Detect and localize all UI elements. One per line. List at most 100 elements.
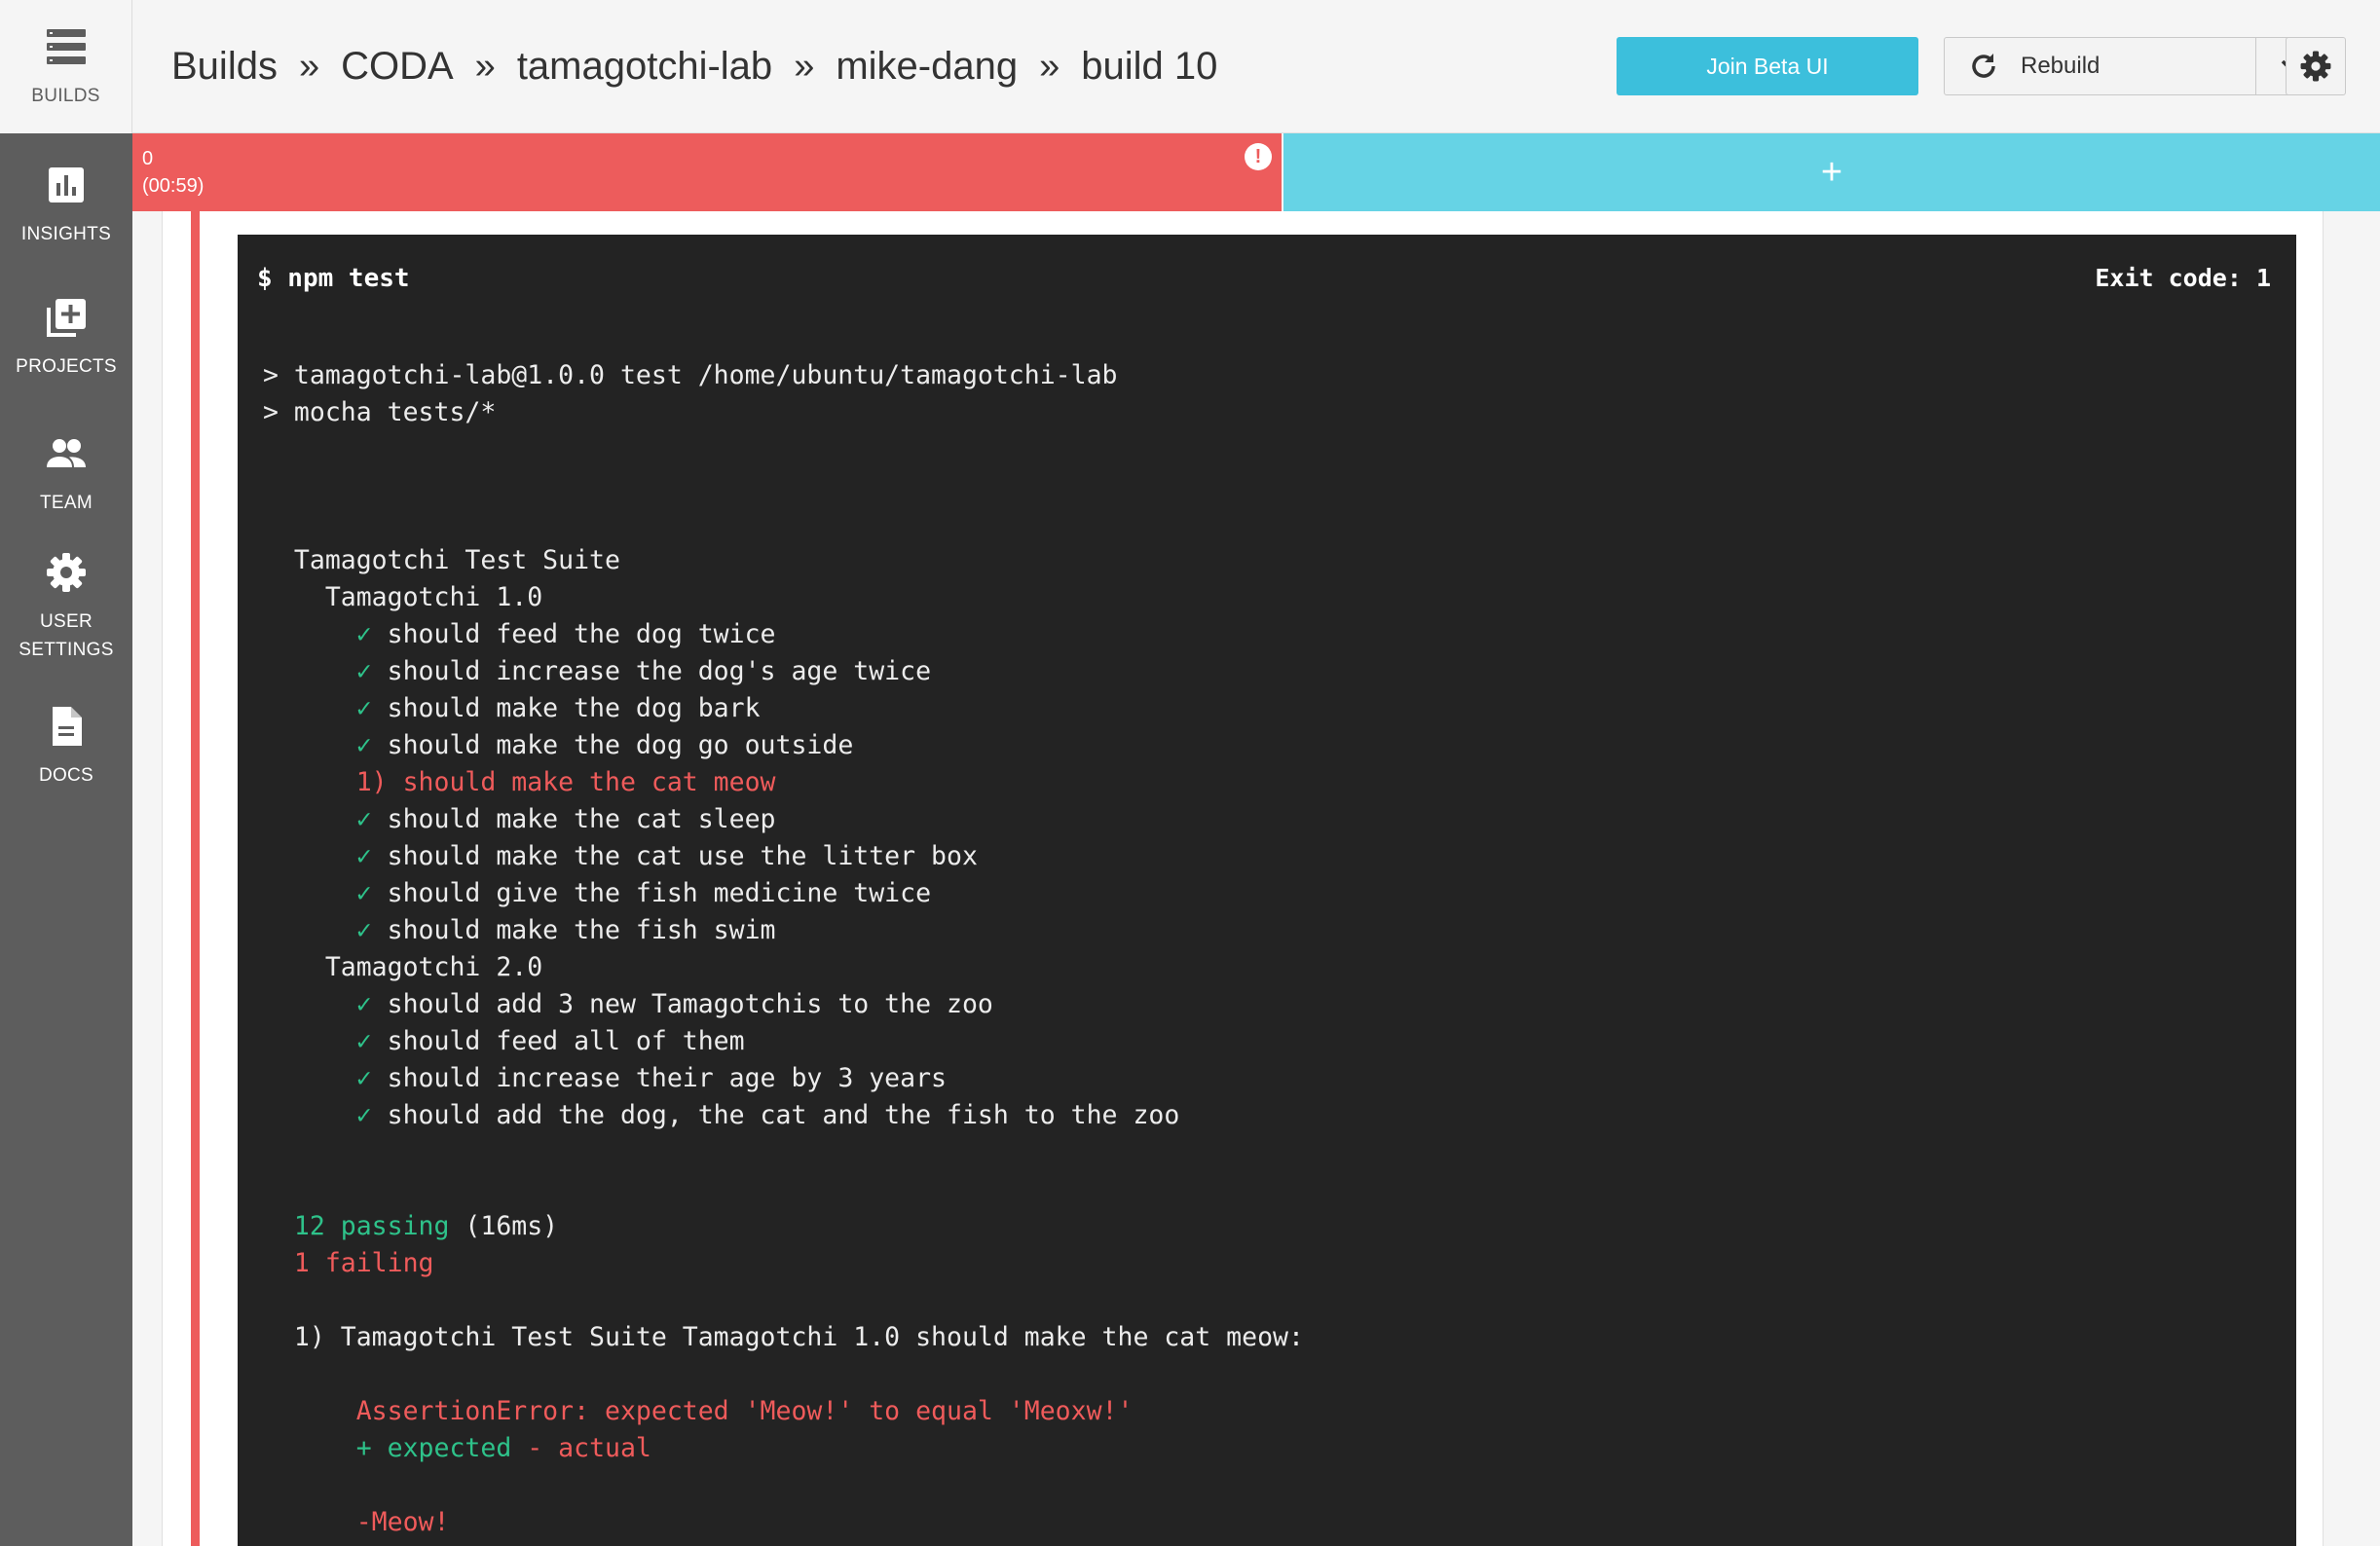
breadcrumb-builds[interactable]: Builds — [171, 45, 278, 89]
log-text: should make the fish swim — [371, 915, 776, 945]
breadcrumb-separator: » — [794, 45, 815, 87]
log-text-pass: ✓ — [263, 619, 372, 649]
log-text-fail: -Meow! — [263, 1507, 450, 1537]
log-text-pass: ✓ — [263, 1100, 372, 1130]
log-text-pass: ✓ — [263, 1026, 372, 1056]
nav-label-team: TEAM — [40, 493, 93, 513]
breadcrumb-branch[interactable]: mike-dang — [836, 45, 1018, 89]
log-line: > tamagotchi-lab@1.0.0 test /home/ubuntu… — [263, 357, 1304, 394]
breadcrumb-project[interactable]: tamagotchi-lab — [517, 45, 772, 89]
rebuild-label: Rebuild — [2021, 53, 2101, 79]
log-text: Tamagotchi 2.0 — [263, 952, 543, 982]
nav-item-builds[interactable]: BUILDS — [0, 0, 132, 133]
rebuild-button[interactable]: Rebuild — [1945, 38, 2256, 94]
log-text-pass: ✓ — [263, 1063, 372, 1093]
join-beta-ui-button[interactable]: Join Beta UI — [1617, 37, 1918, 95]
log-text-pass: + expected — [263, 1433, 512, 1463]
log-text-pass: ✓ — [263, 730, 372, 760]
log-line: 1) Tamagotchi Test Suite Tamagotchi 1.0 … — [263, 1319, 1304, 1356]
log-line: ✓ should make the cat use the litter box — [263, 838, 1304, 875]
refresh-icon — [1972, 54, 1995, 78]
container-index: 0 — [142, 148, 154, 169]
breadcrumb-separator: » — [298, 45, 320, 87]
log-text-fail: 1 failing — [263, 1248, 434, 1278]
nav-item-insights[interactable]: INSIGHTS — [0, 164, 132, 248]
log-line: 1) should make the cat meow — [263, 764, 1304, 801]
log-line: -Meow! — [263, 1504, 1304, 1541]
log-text-pass: ✓ — [263, 693, 372, 723]
log-line: ✓ should increase the dog's age twice — [263, 653, 1304, 690]
log-text: should increase the dog's age twice — [371, 656, 932, 686]
log-line: Tamagotchi Test Suite — [263, 542, 1304, 579]
log-text: should add 3 new Tamagotchis to the zoo — [371, 989, 993, 1019]
gear-icon — [2300, 51, 2331, 82]
log-text: should feed the dog twice — [371, 619, 776, 649]
breadcrumb-separator: » — [1039, 45, 1060, 87]
log-text: (16ms) — [449, 1211, 559, 1241]
gear-icon — [47, 553, 86, 592]
log-line: ✓ should make the cat sleep — [263, 801, 1304, 838]
add-container-button[interactable]: + — [1283, 133, 2380, 211]
log-text-pass: ✓ — [263, 915, 372, 945]
alert-icon: ! — [1245, 143, 1272, 170]
log-line: ✓ should make the fish swim — [263, 912, 1304, 949]
log-line: ✓ should feed all of them — [263, 1023, 1304, 1060]
nav-item-user-settings[interactable]: USER SETTINGS — [0, 551, 132, 664]
log-text: should increase their age by 3 years — [371, 1063, 947, 1093]
log-line: ✓ should make the dog bark — [263, 690, 1304, 727]
nav-item-docs[interactable]: DOCS — [0, 705, 132, 790]
breadcrumb-separator: » — [474, 45, 496, 87]
log-text-pass: 12 passing — [263, 1211, 450, 1241]
log-text-pass: ✓ — [263, 841, 372, 871]
log-text-pass: ✓ — [263, 878, 372, 908]
build-settings-button[interactable] — [2286, 37, 2346, 95]
breadcrumb: Builds » CODA » tamagotchi-lab » mike-da… — [171, 39, 1217, 93]
log-line: 1 failing — [263, 1245, 1304, 1282]
exit-code: Exit code: 1 — [2095, 264, 2271, 292]
nav-item-team[interactable]: TEAM — [0, 432, 132, 517]
insights-icon — [49, 167, 84, 202]
log-line: > mocha tests/* — [263, 394, 1304, 431]
log-text: should make the cat use the litter box — [371, 841, 978, 871]
breadcrumb-build: build 10 — [1081, 44, 1218, 88]
log-text: Tamagotchi Test Suite — [263, 545, 620, 575]
nav-label-settings: SETTINGS — [19, 640, 114, 660]
container-duration: (00:59) — [142, 175, 205, 197]
nav-label-insights: INSIGHTS — [20, 224, 112, 244]
log-line: ✓ should add the dog, the cat and the fi… — [263, 1097, 1304, 1134]
log-text: > tamagotchi-lab@1.0.0 test /home/ubuntu… — [263, 360, 1118, 390]
log-line: Tamagotchi 1.0 — [263, 579, 1304, 616]
docs-icon — [53, 707, 82, 746]
breadcrumb-org[interactable]: CODA — [341, 45, 454, 89]
rebuild-button-group: Rebuild — [1944, 37, 2326, 95]
nav-label-builds: BUILDS — [31, 86, 100, 106]
projects-icon — [47, 299, 86, 337]
log-line: AssertionError: expected 'Meow!' to equa… — [263, 1393, 1304, 1430]
container-0-failed[interactable]: 0 (00:59) ! — [132, 133, 1282, 211]
log-line: ✓ should give the fish medicine twice — [263, 875, 1304, 912]
log-text: should make the dog bark — [371, 693, 761, 723]
terminal-output[interactable]: $ npm test Exit code: 1 > tamagotchi-lab… — [238, 235, 2296, 1546]
nav-item-projects[interactable]: PROJECTS — [0, 296, 132, 381]
log-line: 12 passing (16ms) — [263, 1208, 1304, 1245]
log-text-fail: AssertionError: expected 'Meow!' to equa… — [263, 1396, 1134, 1426]
log-text-pass: ✓ — [263, 989, 372, 1019]
log-text: should add the dog, the cat and the fish… — [371, 1100, 1180, 1130]
log-line: ✓ should make the dog go outside — [263, 727, 1304, 764]
log-line: ✓ should feed the dog twice — [263, 616, 1304, 653]
nav-label-user: USER — [40, 611, 93, 632]
log-text-fail: - actual — [527, 1433, 651, 1463]
log-text-pass: ✓ — [263, 804, 372, 834]
log-line: ✓ should add 3 new Tamagotchis to the zo… — [263, 986, 1304, 1023]
sidebar: BUILDS INSIGHTS PROJECTS TEAM USER SETTI… — [0, 0, 132, 1546]
output-log: > tamagotchi-lab@1.0.0 test /home/ubuntu… — [263, 357, 1304, 1541]
log-line: Tamagotchi 2.0 — [263, 949, 1304, 986]
